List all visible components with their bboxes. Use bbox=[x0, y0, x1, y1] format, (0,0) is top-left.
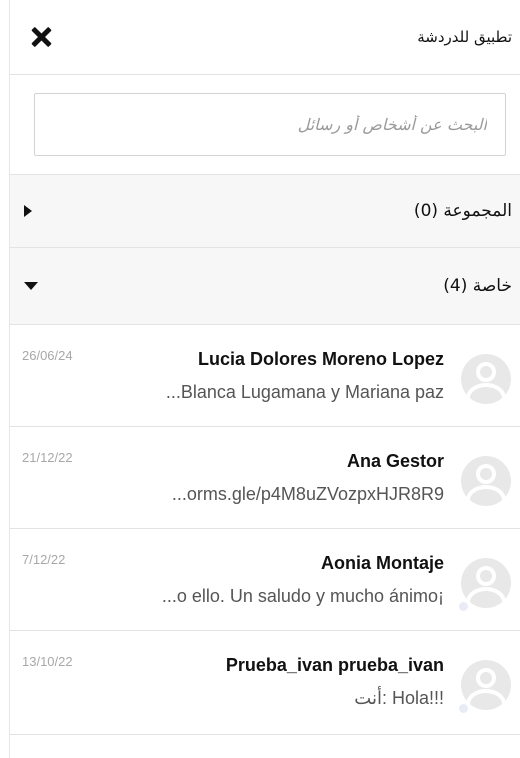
chat-name: Ana Gestor bbox=[346, 451, 444, 471]
chat-list-item[interactable]: 7/12/22 Aonia Montaje ...o ello. Un salu… bbox=[10, 529, 520, 631]
search-input[interactable] bbox=[34, 93, 506, 156]
private-section-toggle[interactable]: خاصة (4) bbox=[10, 248, 520, 325]
chat-list-item[interactable]: 13/10/22 Prueba_ivan prueba_ivan أنت: Ho… bbox=[10, 631, 520, 735]
app-title: تطبيق للدردشة bbox=[417, 28, 512, 46]
chat-list: 26/06/24 Lucia Dolores Moreno Lopez ...B… bbox=[10, 325, 520, 735]
private-section-label: خاصة (4) bbox=[443, 276, 512, 296]
chat-date: 21/12/22 bbox=[22, 450, 73, 465]
chat-name: Prueba_ivan prueba_ivan bbox=[225, 655, 444, 675]
caret-down-icon bbox=[24, 282, 38, 290]
avatar-icon bbox=[461, 558, 511, 608]
status-dot bbox=[459, 704, 468, 713]
chat-header: تطبيق للدردشة bbox=[10, 0, 520, 75]
chat-preview: أنت: Hola!!! bbox=[354, 688, 444, 708]
chat-date: 7/12/22 bbox=[22, 552, 66, 567]
close-icon[interactable] bbox=[28, 24, 54, 50]
caret-right-icon bbox=[24, 205, 32, 217]
chat-name: Aonia Montaje bbox=[320, 553, 444, 573]
chat-preview: ...Blanca Lugamana y Mariana paz bbox=[165, 382, 444, 402]
chat-date: 13/10/22 bbox=[22, 654, 73, 669]
chat-name: Lucia Dolores Moreno Lopez bbox=[197, 349, 444, 369]
chat-list-item[interactable]: 26/06/24 Lucia Dolores Moreno Lopez ...B… bbox=[10, 325, 520, 427]
chat-panel: تطبيق للدردشة المجموعة (0) خاصة (4) 26/0… bbox=[9, 0, 520, 758]
group-section-label: المجموعة (0) bbox=[413, 201, 512, 221]
chat-preview: ...orms.gle/p4M8uZVozpxHJR8R9 bbox=[171, 484, 444, 504]
chat-preview: ...o ello. Un saludo y mucho ánimo¡ bbox=[161, 586, 444, 606]
avatar-icon bbox=[461, 354, 511, 404]
avatar-icon bbox=[461, 660, 511, 710]
chat-date: 26/06/24 bbox=[22, 348, 73, 363]
group-section-toggle[interactable]: المجموعة (0) bbox=[10, 175, 520, 248]
search-container bbox=[10, 75, 520, 175]
chat-list-item[interactable]: 21/12/22 Ana Gestor ...orms.gle/p4M8uZVo… bbox=[10, 427, 520, 529]
avatar-icon bbox=[461, 456, 511, 506]
status-dot bbox=[459, 602, 468, 611]
